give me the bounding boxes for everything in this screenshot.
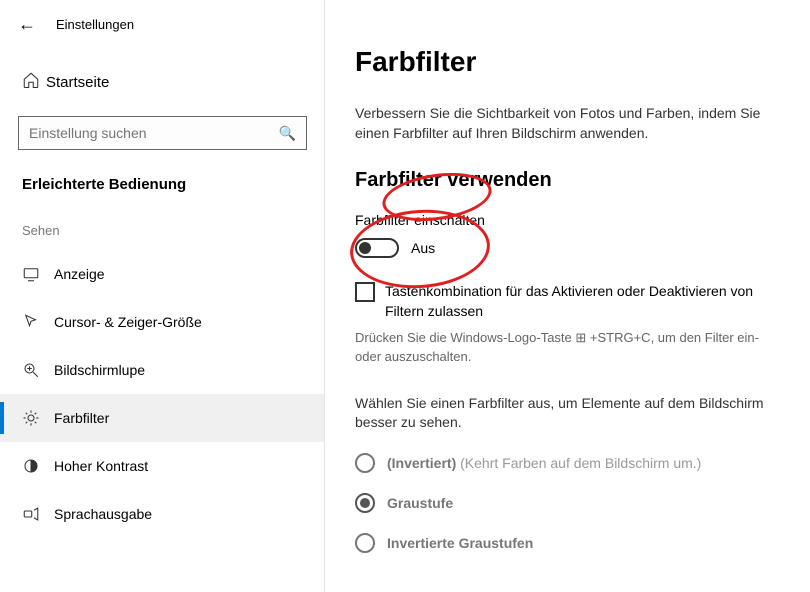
radio-label: Graustufe [387, 495, 453, 511]
radio-label-text: (Invertiert) [387, 455, 456, 471]
sidebar-home[interactable]: Startseite [0, 59, 325, 106]
window-header: ← Einstellungen [0, 0, 325, 45]
search-field[interactable] [29, 125, 279, 141]
sidebar: ← Einstellungen Startseite 🔍 Erleichtert… [0, 0, 325, 592]
cursor-icon [22, 313, 54, 331]
sidebar-home-label: Startseite [46, 74, 109, 91]
sidebar-item-magnifier[interactable]: Bildschirmlupe [0, 346, 325, 394]
sidebar-item-contrast[interactable]: Hoher Kontrast [0, 442, 325, 490]
radio-icon [355, 493, 375, 513]
radio-icon [355, 453, 375, 473]
shortcut-hint: Drücken Sie die Windows-Logo-Taste ⊞ +ST… [355, 329, 786, 365]
section-title: Farbfilter verwenden [355, 169, 786, 192]
sidebar-item-label: Sprachausgabe [54, 506, 152, 522]
narrator-icon [22, 505, 54, 523]
search-icon: 🔍 [279, 125, 296, 142]
sidebar-item-label: Bildschirmlupe [54, 362, 145, 378]
search-input[interactable]: 🔍 [18, 116, 307, 150]
shortcut-checkbox-row: Tastenkombination für das Aktivieren ode… [355, 282, 786, 321]
toggle-row: Aus [355, 238, 786, 258]
sidebar-item-color-filter[interactable]: Farbfilter [0, 394, 325, 442]
shortcut-checkbox-label: Tastenkombination für das Aktivieren ode… [385, 282, 786, 321]
main-content: Farbfilter Verbessern Sie die Sichtbarke… [325, 0, 810, 592]
back-icon[interactable]: ← [18, 14, 36, 35]
search-container: 🔍 [0, 116, 325, 166]
color-filter-icon [22, 409, 54, 427]
sidebar-item-label: Cursor- & Zeiger-Größe [54, 314, 202, 330]
radio-label: Invertierte Graustufen [387, 535, 533, 551]
radio-grayscale[interactable]: Graustufe [355, 493, 786, 513]
contrast-icon [22, 457, 54, 475]
sidebar-item-narrator[interactable]: Sprachausgabe [0, 490, 325, 538]
radio-inverted-grayscale[interactable]: Invertierte Graustufen [355, 533, 786, 553]
sidebar-item-label: Farbfilter [54, 410, 109, 426]
sidebar-category-title: Erleichterte Bedienung [0, 166, 325, 217]
radio-inverted[interactable]: (Invertiert) (Kehrt Farben auf dem Bilds… [355, 453, 786, 473]
filter-choose-desc: Wählen Sie einen Farbfilter aus, um Elem… [355, 394, 786, 433]
radio-sub-text: (Kehrt Farben auf dem Bildschirm um.) [460, 455, 701, 471]
color-filter-toggle[interactable] [355, 238, 399, 258]
radio-icon [355, 533, 375, 553]
sidebar-section-heading: Sehen [0, 217, 325, 250]
sidebar-item-label: Anzeige [54, 266, 105, 282]
sidebar-item-display[interactable]: Anzeige [0, 250, 325, 298]
toggle-state: Aus [411, 240, 435, 256]
radio-label: (Invertiert) (Kehrt Farben auf dem Bilds… [387, 455, 701, 471]
display-icon [22, 265, 54, 283]
toggle-label: Farbfilter einschalten [355, 212, 786, 228]
shortcut-checkbox[interactable] [355, 282, 375, 302]
page-title: Farbfilter [355, 46, 786, 78]
sidebar-item-cursor[interactable]: Cursor- & Zeiger-Größe [0, 298, 325, 346]
magnifier-icon [22, 361, 54, 379]
window-title: Einstellungen [56, 17, 134, 32]
page-intro: Verbessern Sie die Sichtbarkeit von Foto… [355, 104, 786, 143]
sidebar-item-label: Hoher Kontrast [54, 458, 148, 474]
home-icon [22, 71, 46, 94]
